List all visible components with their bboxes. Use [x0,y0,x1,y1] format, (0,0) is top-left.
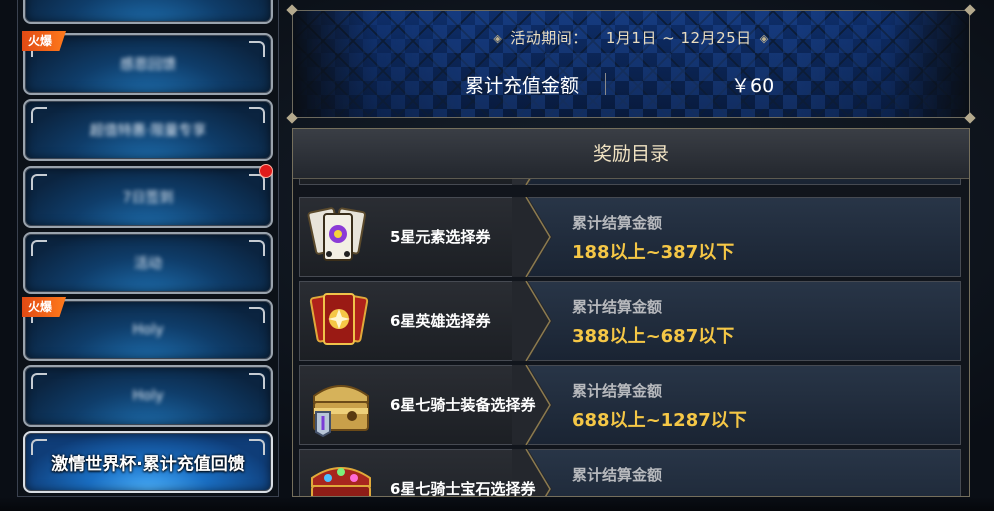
reward-condition-range: 388以上~687以下 [572,326,735,347]
sidebar-tab-label: 超值特惠·限量专享 [89,123,207,139]
chevron-right-icon [512,179,532,185]
reward-condition-range: 188以上~387以下 [572,242,735,263]
sidebar-tab-2[interactable]: 超值特惠·限量专享 [23,99,273,161]
period-value: 1月1日 ~ 12月25日 [605,29,752,47]
reward-row: 6星七骑士装备选择券 累计结算金额 688以上~1287以下 [299,365,961,445]
event-info-panel: ◈ 活动期间： 1月1日 ~ 12月25日 ◈ 累计充值金额 ￥60 [286,4,976,124]
sidebar-tab-4[interactable]: 活动 [23,232,273,294]
divider [605,73,606,95]
reward-condition-label: 累计结算金额 [572,466,663,484]
gem-chest-icon [311,467,371,496]
recharge-value: ￥60 [731,75,775,97]
hero-card-icon [309,293,369,345]
reward-name: 6星英雄选择券 [390,312,491,330]
reward-row: 6星七骑士宝石选择券 累计结算金额 [299,449,961,496]
recharge-label: 累计充值金额 [465,75,580,97]
reward-name: 6星七骑士装备选择券 [390,396,536,414]
reward-row-partial [299,179,961,185]
notification-dot-icon [259,164,273,178]
sidebar-tab-active[interactable]: 激情世界杯·累计充值回馈 [23,431,273,493]
sidebar-tab-label: Holy [132,322,164,338]
hot-tag: 火爆 [22,31,67,51]
diamond-icon: ◈ [493,32,503,45]
rewards-title: 奖励目录 [293,129,969,179]
reward-name: 6星七骑士宝石选择券 [390,480,536,496]
period-label: 活动期间： [510,29,588,47]
event-period: ◈ 活动期间： 1月1日 ~ 12月25日 ◈ [293,27,969,48]
hot-tag: 火爆 [22,297,67,317]
sidebar-tab-5[interactable]: 火爆 Holy [22,297,273,361]
rewards-list[interactable]: 5星元素选择券 累计结算金额 188以上~387以下 6星英雄选择券 累计结算金… [299,179,961,496]
reward-condition-label: 累计结算金额 [572,382,663,400]
event-sidebar: 火爆 感恩回馈 超值特惠·限量专享 7日签到 活动 火爆 Holy Holy 激… [17,0,279,497]
rewards-panel: 奖励目录 5星元素选择券 累计结算金额 188以上~387以下 6星英雄选择券 … [292,128,970,497]
sidebar-tab-1[interactable]: 火爆 感恩回馈 [22,31,273,95]
sidebar-tab-label: 激情世界杯·累计充值回馈 [51,454,245,475]
reward-row: 6星英雄选择券 累计结算金额 388以上~687以下 [299,281,961,361]
event-screen: 火爆 感恩回馈 超值特惠·限量专享 7日签到 活动 火爆 Holy Holy 激… [0,0,994,511]
reward-condition-label: 累计结算金额 [572,214,663,232]
sidebar-tab-3[interactable]: 7日签到 [23,164,273,228]
sidebar-tab-label: Holy [132,388,164,404]
sidebar-tab-label: 感恩回馈 [120,57,176,73]
reward-row: 5星元素选择券 累计结算金额 188以上~387以下 [299,197,961,277]
sidebar-tab-label: 活动 [134,256,162,272]
bottom-fade [0,497,994,511]
reward-name: 5星元素选择券 [390,228,491,246]
diamond-icon: ◈ [759,32,769,45]
equipment-chest-icon [313,385,369,438]
card-bundle-icon [307,207,366,261]
sidebar-tab-label: 7日签到 [122,190,174,206]
sidebar-tab-0[interactable] [23,0,273,24]
reward-condition-label: 累计结算金额 [572,298,663,316]
sidebar-tab-6[interactable]: Holy [23,365,273,427]
recharge-total: 累计充值金额 ￥60 [293,71,969,99]
reward-condition-range: 688以上~1287以下 [572,410,747,431]
